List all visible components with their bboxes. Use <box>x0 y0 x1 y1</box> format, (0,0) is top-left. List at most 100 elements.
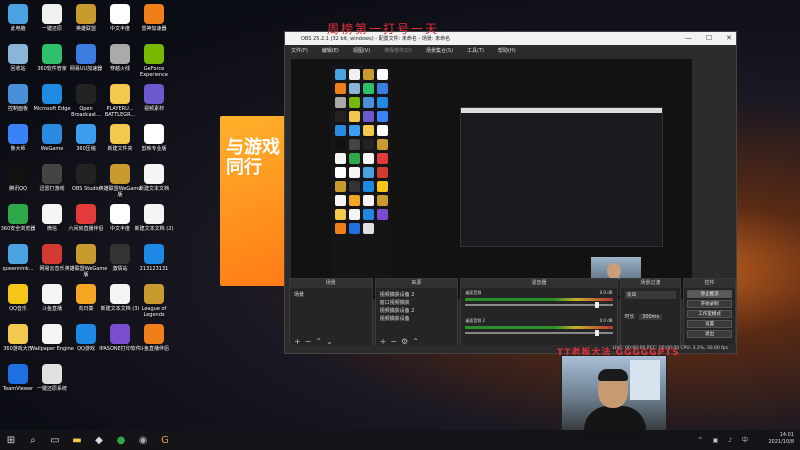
start-icon[interactable]: ⊞ <box>0 430 22 450</box>
system-tray[interactable]: ^ ▣ ♪ 中 <box>698 435 752 444</box>
menu-help[interactable]: 帮助(H) <box>498 47 516 54</box>
desktop-icon[interactable]: 视频素材 <box>132 84 176 112</box>
app-icon <box>144 204 164 224</box>
desktop-icon-label: League of Legends <box>141 306 167 318</box>
clock[interactable]: 14:01 2021/10/8 <box>768 432 794 446</box>
app-icon <box>42 244 62 264</box>
preview-mini-icon <box>335 125 346 136</box>
preview-mini-icon <box>363 69 374 80</box>
scene-item[interactable]: 场景 <box>294 291 368 299</box>
preview-mini-icon <box>363 167 374 178</box>
scenes-dock: 场景 场景 +−⌃⌄ <box>289 278 373 350</box>
transitions-dock-title: 场景过渡 <box>620 279 681 288</box>
desktop-icon[interactable]: 剪映专业版 <box>132 124 176 152</box>
preview-mini-icon <box>363 195 374 206</box>
preview-mini-icon <box>349 153 360 164</box>
app-icon <box>110 4 130 24</box>
preview-mini-icon <box>377 195 388 206</box>
app-icon <box>42 364 62 384</box>
volume-slider[interactable] <box>465 302 613 308</box>
source-item[interactable]: 视频捕获设备 2 <box>380 291 454 299</box>
desktop-icon[interactable]: 一键还原系统 <box>30 364 74 392</box>
app-icon <box>76 4 96 24</box>
menu-scene-collection[interactable]: 场景集合(S) <box>426 47 453 54</box>
maximize-button[interactable]: ☐ <box>706 34 712 42</box>
webcam-window-bg <box>630 360 660 400</box>
preview-mini-icon <box>349 167 360 178</box>
preview-mini-icon <box>349 195 360 206</box>
duration-input[interactable]: 300ms <box>639 314 663 320</box>
desktop-icon-label: 剪映专业版 <box>141 146 167 152</box>
preview-mini-icon <box>335 83 346 94</box>
app-icon <box>144 244 164 264</box>
chrome-icon[interactable]: G <box>154 430 176 450</box>
desktop-icon[interactable]: 213123131 <box>132 244 176 272</box>
app-icon <box>144 4 164 24</box>
app-icon <box>110 84 130 104</box>
desktop-icon[interactable]: GeForce Experience <box>132 44 176 78</box>
menu-view[interactable]: 视图(V) <box>353 47 370 54</box>
desktop-icon-label: 一键还原系统 <box>36 386 67 392</box>
preview-mini-icon <box>335 195 346 206</box>
store-icon[interactable]: ◆ <box>88 430 110 450</box>
source-item[interactable]: 视频捕获设备 <box>380 315 454 323</box>
desktop-icon-label: 雷神加速器 <box>141 26 167 32</box>
preview-mini-icon <box>363 223 374 234</box>
browser-icon[interactable]: ● <box>110 430 132 450</box>
source-item[interactable]: 窗口视频捕获 <box>380 299 454 307</box>
settings-button[interactable]: 设置 <box>687 320 733 328</box>
poster-line1: 与游戏 <box>226 137 280 158</box>
app-icon <box>42 44 62 64</box>
obs-taskbar-icon[interactable]: ◉ <box>132 430 154 450</box>
menu-tools[interactable]: 工具(T) <box>467 47 484 54</box>
obs-window[interactable]: OBS 25.2.1 (32 bit, windows) - 配置文件: 未命名… <box>284 31 737 354</box>
desktop-icon[interactable]: 新建文本文档 <box>132 164 176 192</box>
app-icon <box>8 204 28 224</box>
stop-streaming-button[interactable]: 停止推流 <box>687 290 733 298</box>
menu-file[interactable]: 文件(F) <box>291 47 308 54</box>
start-recording-button[interactable]: 开始录制 <box>687 300 733 308</box>
preview-mini-icon <box>335 167 346 178</box>
app-icon <box>42 204 62 224</box>
app-icon <box>8 324 28 344</box>
transition-select[interactable]: 淡出 <box>624 291 677 299</box>
menu-edit[interactable]: 编辑(E) <box>322 47 339 54</box>
desktop-icon[interactable]: 新建文本文档 (2) <box>132 204 176 232</box>
volume-slider[interactable] <box>465 330 613 336</box>
app-icon <box>110 324 130 344</box>
preview-mini-icon <box>377 97 388 108</box>
preview-mini-icon <box>349 97 360 108</box>
poster-line2: 同行 <box>226 157 262 178</box>
app-icon <box>42 284 62 304</box>
close-button[interactable]: ✕ <box>726 34 732 42</box>
preview-mini-icon <box>349 83 360 94</box>
preview-mini-icon <box>377 153 388 164</box>
preview-mini-icon <box>363 139 374 150</box>
preview-mini-icon <box>363 209 374 220</box>
preview-mini-icon <box>335 139 346 150</box>
preview-mini-icon <box>335 97 346 108</box>
minimize-button[interactable]: — <box>685 34 692 42</box>
obs-preview[interactable] <box>291 59 692 299</box>
exit-button[interactable]: 退出 <box>687 330 733 338</box>
nested-obs-preview <box>460 107 663 247</box>
source-item[interactable]: 视频捕获设备 2 <box>380 307 454 315</box>
preview-mini-icon <box>349 111 360 122</box>
preview-mini-icon <box>335 111 346 122</box>
app-icon <box>144 124 164 144</box>
file-explorer-icon[interactable]: ▬ <box>66 430 88 450</box>
app-icon <box>42 164 62 184</box>
webcam-overlay <box>561 355 667 440</box>
preview-mini-icon <box>335 223 346 234</box>
desktop-icon[interactable]: League of Legends <box>132 284 176 318</box>
search-icon[interactable]: ⌕ <box>22 430 44 450</box>
app-icon <box>76 164 96 184</box>
studio-mode-button[interactable]: 工作室模式 <box>687 310 733 318</box>
desktop-icon[interactable]: 雷神加速器 <box>132 4 176 32</box>
preview-mini-icon <box>363 125 374 136</box>
desktop-icon[interactable]: 斗鱼直播伴侣 <box>132 324 176 352</box>
task-view-icon[interactable]: ▭ <box>44 430 66 450</box>
menu-docks[interactable]: 停靠部件(D) <box>384 47 412 54</box>
app-icon <box>144 324 164 344</box>
app-icon <box>8 124 28 144</box>
